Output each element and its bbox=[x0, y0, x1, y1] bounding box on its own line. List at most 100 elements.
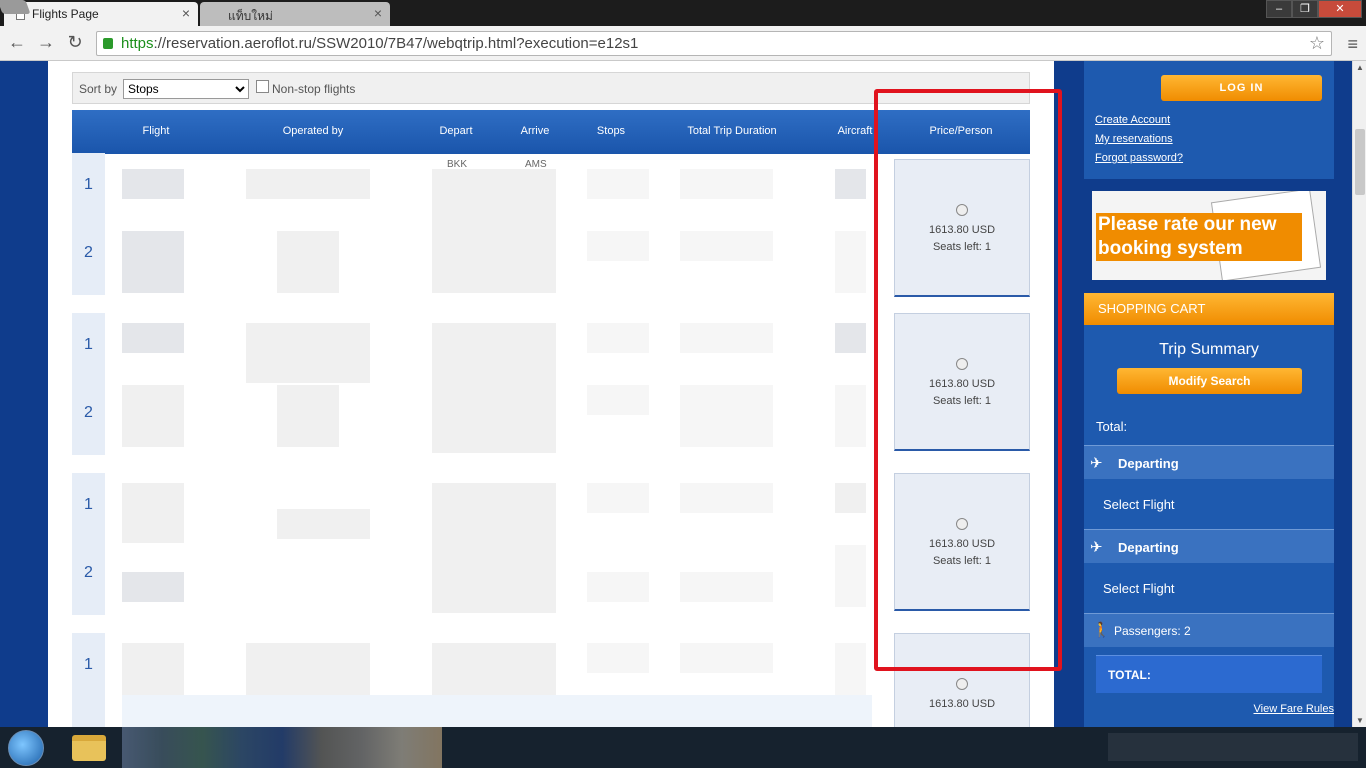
redacted-duration bbox=[680, 483, 773, 513]
reload-icon[interactable]: ↻ bbox=[63, 32, 87, 53]
cart-body: Trip Summary Modify Search Total: ✈ Depa… bbox=[1084, 325, 1334, 727]
select-flight-text: Select Flight bbox=[1103, 497, 1175, 512]
tab-new-tab[interactable]: แท็บใหม่ × bbox=[200, 2, 390, 26]
segment-number: 1 bbox=[84, 656, 93, 673]
redacted-flight bbox=[122, 231, 184, 293]
start-icon[interactable] bbox=[8, 730, 44, 766]
redacted-aircraft bbox=[835, 385, 866, 447]
redacted-stops bbox=[587, 643, 649, 673]
lock-icon bbox=[103, 38, 113, 49]
redacted-system-tray bbox=[1108, 733, 1358, 761]
maximize-button[interactable]: ❐ bbox=[1292, 0, 1318, 18]
segment-number: 2 bbox=[84, 404, 93, 421]
leg-header: ✈ Departing bbox=[1084, 445, 1334, 479]
address-bar[interactable]: https://reservation.aeroflot.ru/SSW2010/… bbox=[96, 31, 1332, 56]
redacted-duration bbox=[680, 169, 773, 199]
col-flight[interactable]: Flight bbox=[143, 125, 170, 137]
redacted-stops bbox=[587, 323, 649, 353]
page-viewport: Sort by Stops Non-stop flights Flight Op… bbox=[0, 61, 1352, 727]
select-flight-text: Select Flight bbox=[1103, 581, 1175, 596]
redacted-aircraft bbox=[835, 169, 866, 199]
total-label: Total: bbox=[1096, 419, 1128, 434]
segment-number: 2 bbox=[84, 244, 93, 261]
segment-numbers: 1 2 bbox=[72, 153, 105, 295]
price-amount: 1613.80 USD bbox=[928, 698, 996, 710]
col-stops[interactable]: Stops bbox=[597, 125, 625, 137]
rate-banner[interactable]: Please rate our new booking system bbox=[1092, 191, 1326, 280]
person-walking-icon: 🚶 bbox=[1092, 622, 1111, 639]
redacted-times bbox=[432, 483, 556, 613]
nonstop-label: Non-stop flights bbox=[272, 82, 356, 96]
page-scrollbar[interactable]: ▲ ▼ bbox=[1352, 61, 1366, 727]
redacted-duration bbox=[680, 385, 773, 447]
redacted-flight bbox=[122, 572, 184, 602]
taskbar bbox=[0, 727, 1366, 768]
redacted-operator bbox=[246, 323, 370, 383]
minimize-button[interactable]: – bbox=[1266, 0, 1292, 18]
redacted-operator bbox=[277, 385, 339, 447]
segment-number: 1 bbox=[84, 496, 93, 513]
close-icon[interactable]: × bbox=[374, 5, 382, 21]
redacted-aircraft bbox=[835, 323, 866, 353]
price-column-highlight bbox=[874, 89, 1062, 671]
col-aircraft[interactable]: Aircraft bbox=[838, 125, 873, 137]
redacted-times bbox=[432, 169, 556, 293]
nonstop-checkbox[interactable] bbox=[256, 80, 269, 93]
redacted-aircraft bbox=[835, 231, 866, 293]
sort-select[interactable]: Stops bbox=[123, 79, 249, 99]
scroll-down-icon[interactable]: ▼ bbox=[1353, 716, 1366, 725]
leg-title: Departing bbox=[1118, 456, 1179, 471]
passengers-count: Passengers: 2 bbox=[1114, 624, 1191, 638]
redacted-flight bbox=[122, 385, 184, 447]
segment-numbers: 1 2 bbox=[72, 313, 105, 455]
col-operated-by[interactable]: Operated by bbox=[283, 125, 344, 137]
redacted-duration bbox=[680, 572, 773, 602]
redacted-flight bbox=[122, 323, 184, 353]
folder-icon[interactable] bbox=[72, 735, 106, 761]
redacted-aircraft bbox=[835, 643, 866, 703]
back-icon[interactable]: ← bbox=[5, 32, 29, 53]
forward-icon[interactable]: → bbox=[34, 32, 58, 53]
menu-icon[interactable]: ≡ bbox=[1347, 34, 1358, 55]
star-icon[interactable]: ☆ bbox=[1309, 33, 1325, 54]
my-reservations-link[interactable]: My reservations bbox=[1095, 133, 1173, 145]
tab-strip: Flights Page × แท็บใหม่ × – ❐ ✕ bbox=[0, 0, 1366, 26]
tab-flights-page[interactable]: Flights Page × bbox=[4, 2, 198, 26]
segment-numbers: 1 2 bbox=[72, 473, 105, 615]
col-depart[interactable]: Depart bbox=[439, 125, 472, 137]
scroll-up-icon[interactable]: ▲ bbox=[1353, 63, 1366, 72]
window-controls: – ❐ ✕ bbox=[1266, 0, 1362, 18]
redacted-flight bbox=[122, 643, 184, 703]
col-arrive[interactable]: Arrive bbox=[521, 125, 550, 137]
redacted-stops bbox=[587, 483, 649, 513]
redacted-stops bbox=[587, 169, 649, 199]
segment-numbers: 1 bbox=[72, 633, 105, 727]
cart-header: SHOPPING CART bbox=[1084, 293, 1334, 325]
col-duration[interactable]: Total Trip Duration bbox=[687, 125, 776, 137]
segment-number: 2 bbox=[84, 564, 93, 581]
redacted-duration bbox=[680, 643, 773, 673]
redacted-operator bbox=[277, 231, 339, 293]
segment-number: 1 bbox=[84, 176, 93, 193]
redacted-times bbox=[432, 323, 556, 453]
sort-label: Sort by bbox=[79, 82, 118, 96]
radio-icon[interactable] bbox=[956, 678, 968, 690]
login-button[interactable]: LOG IN bbox=[1161, 75, 1322, 101]
scroll-thumb[interactable] bbox=[1355, 129, 1365, 195]
modify-search-button[interactable]: Modify Search bbox=[1117, 368, 1302, 394]
redacted-stops bbox=[587, 572, 649, 602]
redacted-operator bbox=[246, 169, 370, 199]
leg-header: ✈ Departing bbox=[1084, 529, 1334, 563]
redacted-operator bbox=[246, 643, 370, 703]
view-fare-rules-link[interactable]: View Fare Rules bbox=[1254, 703, 1335, 715]
browser-toolbar: ← → ↻ https://reservation.aeroflot.ru/SS… bbox=[0, 26, 1366, 61]
segment-number: 1 bbox=[84, 336, 93, 353]
redacted-flight bbox=[122, 169, 184, 199]
forgot-password-link[interactable]: Forgot password? bbox=[1095, 152, 1183, 164]
window-close-button[interactable]: ✕ bbox=[1318, 0, 1362, 18]
new-tab-button[interactable] bbox=[0, 0, 31, 14]
redacted-taskbar-items bbox=[122, 727, 442, 768]
create-account-link[interactable]: Create Account bbox=[1095, 114, 1170, 126]
redacted-stops bbox=[587, 231, 649, 261]
close-icon[interactable]: × bbox=[182, 5, 190, 21]
